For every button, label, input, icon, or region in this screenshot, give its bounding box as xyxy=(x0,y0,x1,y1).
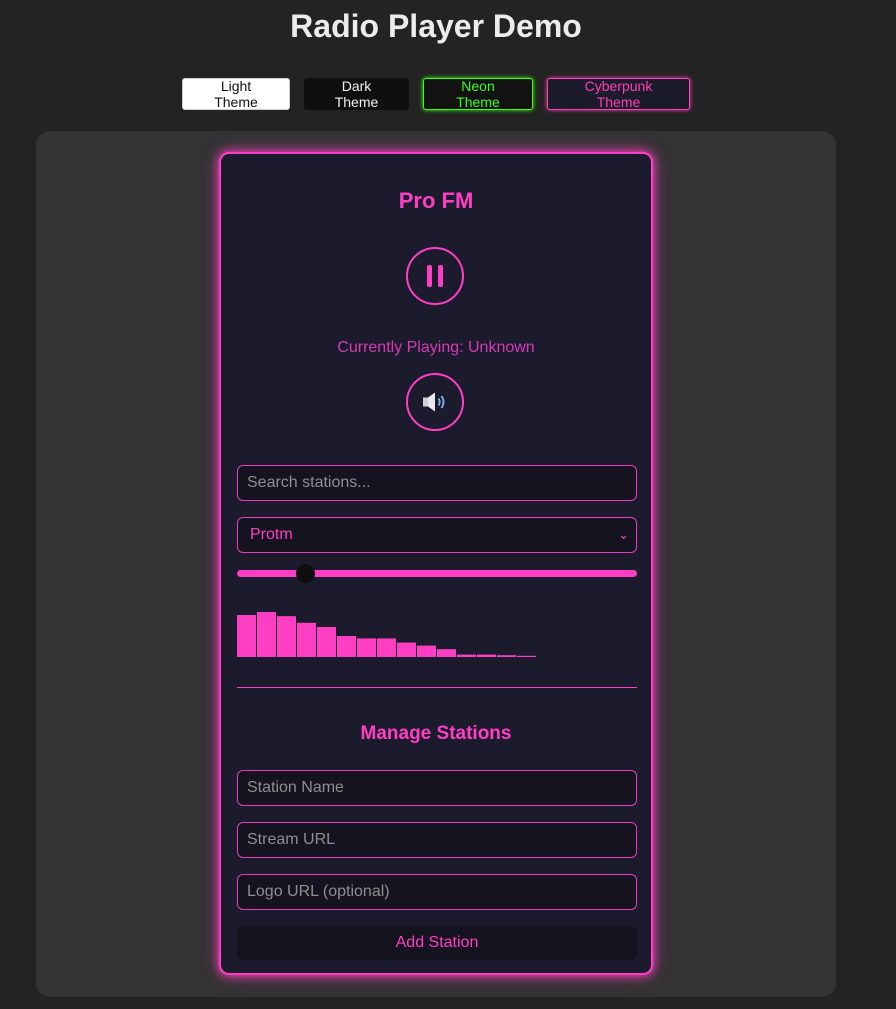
visualizer-bar xyxy=(297,622,316,657)
volume-slider[interactable] xyxy=(237,564,637,583)
add-station-button[interactable]: Add Station xyxy=(237,926,637,960)
now-playing-text: Currently Playing: Unknown xyxy=(337,339,535,356)
station-select[interactable]: Protm ⌄ xyxy=(237,517,637,553)
stream-url-input[interactable]: Stream URL xyxy=(237,822,637,858)
light-theme-button[interactable]: Light Theme xyxy=(182,78,290,110)
dark-theme-button[interactable]: Dark Theme xyxy=(304,78,409,110)
logo-url-input[interactable]: Logo URL (optional) xyxy=(237,874,637,910)
visualizer-bar xyxy=(477,654,496,657)
theme-switcher: Light Theme Dark Theme Neon Theme Cyberp… xyxy=(0,78,872,110)
neon-theme-button[interactable]: Neon Theme xyxy=(423,78,533,110)
radio-player-card: Pro FM Currently Playing: Unknown Search… xyxy=(219,152,653,975)
visualizer-bar xyxy=(437,649,456,657)
pause-button[interactable] xyxy=(406,247,464,305)
search-input[interactable]: Search stations... xyxy=(237,465,637,501)
page-title: Radio Player Demo xyxy=(290,8,582,44)
section-divider xyxy=(237,687,637,688)
visualizer-bar xyxy=(277,616,296,657)
volume-slider-thumb[interactable] xyxy=(296,564,315,583)
chevron-down-icon: ⌄ xyxy=(618,527,629,542)
selected-station: Protm xyxy=(250,526,293,543)
visualizer-bar xyxy=(317,627,336,657)
mute-toggle-button[interactable] xyxy=(406,373,464,431)
pause-icon xyxy=(427,265,443,287)
visualizer-bar xyxy=(257,612,276,657)
cyberpunk-theme-button[interactable]: Cyberpunk Theme xyxy=(547,78,690,110)
manage-stations-title: Manage Stations xyxy=(360,723,512,744)
visualizer-bar xyxy=(517,655,536,657)
visualizer-bar xyxy=(397,642,416,657)
station-name-input[interactable]: Station Name xyxy=(237,770,637,806)
visualizer-bar xyxy=(457,654,476,657)
visualizer-bar xyxy=(497,655,516,657)
visualizer-bar xyxy=(337,636,356,657)
audio-visualizer xyxy=(237,612,536,657)
visualizer-bar xyxy=(357,638,376,657)
visualizer-bar xyxy=(237,615,256,657)
station-name: Pro FM xyxy=(398,188,474,213)
visualizer-bar xyxy=(377,638,396,657)
speaker-volume-icon xyxy=(423,392,445,412)
visualizer-bar xyxy=(417,645,436,657)
